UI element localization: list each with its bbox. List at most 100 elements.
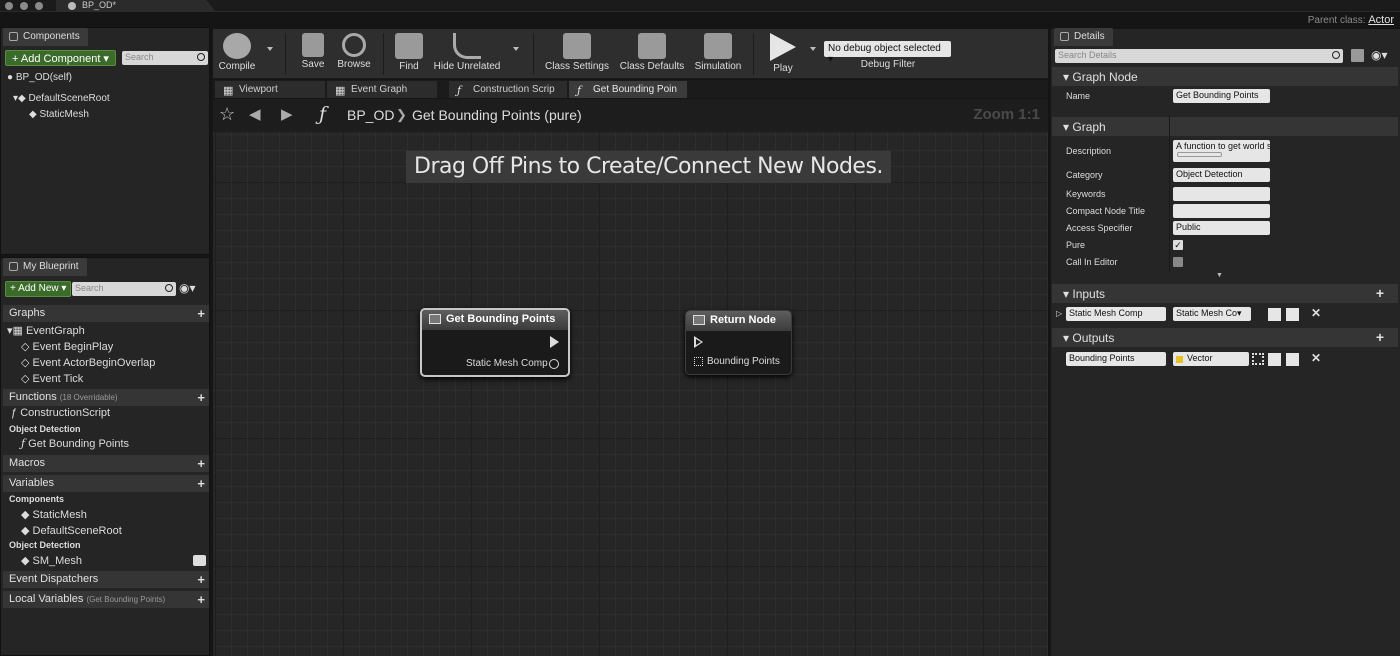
- input-name-field[interactable]: Static Mesh Comp: [1066, 307, 1166, 321]
- output-name-field[interactable]: Bounding Points: [1066, 352, 1166, 366]
- category-combo[interactable]: Object Detection: [1173, 168, 1270, 182]
- access-specifier-select[interactable]: Public: [1173, 221, 1270, 235]
- forward-arrow-icon[interactable]: ▶: [281, 105, 293, 123]
- debug-object-select[interactable]: No debug object selected ▾: [824, 41, 951, 65]
- play-button[interactable]: Play: [763, 29, 803, 74]
- event-dispatchers-category[interactable]: Event Dispatchers +: [3, 571, 209, 588]
- call-in-editor-checkbox[interactable]: [1173, 257, 1183, 267]
- move-down-icon[interactable]: [1286, 308, 1299, 321]
- input-type-select[interactable]: Static Mesh Co▾: [1173, 307, 1251, 321]
- my-blueprint-tab[interactable]: My Blueprint: [3, 258, 87, 276]
- tab-event-graph[interactable]: ▦ Event Graph: [327, 81, 437, 98]
- variables-category[interactable]: Variables +: [3, 475, 209, 492]
- play-options-chevron-icon[interactable]: [810, 47, 816, 51]
- eye-icon[interactable]: ◉▾: [179, 281, 196, 295]
- expand-param-icon[interactable]: ▷: [1056, 309, 1062, 318]
- class-defaults-button[interactable]: Class Defaults: [617, 29, 687, 72]
- property-matrix-icon[interactable]: [1351, 49, 1364, 62]
- graphs-category[interactable]: Graphs +: [3, 305, 209, 322]
- remove-input-icon[interactable]: ✕: [1311, 306, 1321, 320]
- macros-category[interactable]: Macros +: [3, 455, 209, 472]
- event-beginplay-item[interactable]: ◇ Event BeginPlay: [21, 340, 113, 353]
- description-field[interactable]: A function to get world sp: [1173, 140, 1270, 162]
- components-search-input[interactable]: Search: [122, 51, 208, 65]
- move-down-icon[interactable]: [1286, 353, 1299, 366]
- component-staticmesh[interactable]: ◆ StaticMesh: [29, 109, 89, 120]
- description-scrollbar[interactable]: [1177, 152, 1222, 157]
- move-up-icon[interactable]: [1268, 353, 1281, 366]
- event-graph-item[interactable]: ▾▦ EventGraph: [7, 324, 85, 337]
- compile-options-chevron-icon[interactable]: [267, 47, 273, 51]
- event-actorbeginoverlap-item[interactable]: ◇ Event ActorBeginOverlap: [21, 356, 155, 369]
- pure-checkbox[interactable]: ✓: [1173, 240, 1183, 250]
- component-self[interactable]: ● BP_OD(self): [7, 72, 72, 83]
- minimize-window-icon[interactable]: [20, 2, 28, 10]
- function-entry-node[interactable]: Get Bounding Points Static Mesh Comp: [420, 308, 570, 377]
- graph-section-header[interactable]: ▾ Graph: [1052, 117, 1398, 136]
- details-search-input[interactable]: Search Details: [1055, 49, 1343, 63]
- exec-input-pin-icon[interactable]: [694, 336, 703, 348]
- exec-output-pin-icon[interactable]: [550, 336, 559, 348]
- event-graph-label: EventGraph: [25, 325, 85, 337]
- add-local-variable-icon[interactable]: +: [197, 592, 205, 607]
- keywords-field[interactable]: [1173, 187, 1270, 201]
- hide-unrelated-button[interactable]: Hide Unrelated: [433, 29, 501, 72]
- advanced-expand-icon[interactable]: ▼: [1216, 272, 1223, 279]
- functions-category[interactable]: Functions (18 Overridable) +: [3, 389, 209, 406]
- add-function-icon[interactable]: +: [197, 390, 205, 405]
- outputs-section-header[interactable]: ▾ Outputs +: [1052, 328, 1398, 347]
- local-variables-category[interactable]: Local Variables (Get Bounding Points) +: [3, 591, 209, 608]
- add-variable-icon[interactable]: +: [197, 476, 205, 491]
- hide-unrelated-chevron-icon[interactable]: [513, 47, 519, 51]
- class-settings-button[interactable]: Class Settings: [543, 29, 611, 72]
- output-type-select[interactable]: Vector: [1173, 352, 1249, 366]
- back-arrow-icon[interactable]: ◀: [249, 105, 261, 123]
- compact-title-field[interactable]: [1173, 204, 1270, 218]
- var-sm-mesh-item[interactable]: ◆ SM_Mesh: [21, 554, 82, 567]
- save-button[interactable]: Save: [297, 29, 329, 70]
- simulation-button[interactable]: Simulation: [693, 29, 743, 72]
- call-in-editor-label: Call In Editor: [1066, 257, 1118, 267]
- close-window-icon[interactable]: [5, 2, 13, 10]
- compile-button[interactable]: Compile: [217, 29, 257, 72]
- component-defaultsceneroot[interactable]: ▾◆ DefaultSceneRoot: [13, 93, 110, 104]
- construction-script-item[interactable]: ƒ ConstructionScript: [11, 407, 110, 419]
- details-eye-icon[interactable]: ◉▾: [1371, 48, 1388, 62]
- tab-viewport[interactable]: ▦ Viewport: [215, 81, 325, 98]
- name-label: Name: [1066, 91, 1091, 101]
- add-dispatcher-icon[interactable]: +: [197, 572, 205, 587]
- add-new-button[interactable]: + Add New ▾: [5, 281, 72, 297]
- remove-output-icon[interactable]: ✕: [1311, 351, 1321, 365]
- add-component-button[interactable]: + Add Component ▾: [5, 50, 116, 66]
- object-output-pin-icon[interactable]: [549, 359, 559, 369]
- tab-construction-script[interactable]: ƒ Construction Scrip: [449, 81, 567, 98]
- get-bounding-points-item[interactable]: ƒ Get Bounding Points: [21, 437, 129, 450]
- visibility-eye-icon[interactable]: [193, 555, 206, 566]
- name-field[interactable]: Get Bounding Points: [1173, 89, 1270, 103]
- favorite-star-icon[interactable]: ☆: [219, 104, 235, 125]
- var-defaultsceneroot-item[interactable]: ◆ DefaultSceneRoot: [21, 524, 122, 537]
- my-blueprint-search-input[interactable]: Search: [72, 282, 176, 296]
- inputs-section-header[interactable]: ▾ Inputs +: [1052, 284, 1398, 303]
- return-node[interactable]: Return Node Bounding Points: [685, 310, 792, 375]
- parent-class-link[interactable]: Actor: [1368, 14, 1394, 26]
- array-input-pin-icon[interactable]: [694, 357, 703, 366]
- event-tick-item[interactable]: ◇ Event Tick: [21, 372, 83, 385]
- var-staticmesh-item[interactable]: ◆ StaticMesh: [21, 508, 87, 521]
- breadcrumb-root[interactable]: BP_OD: [347, 107, 394, 123]
- add-macro-icon[interactable]: +: [197, 456, 205, 471]
- browse-button[interactable]: Browse: [335, 29, 373, 70]
- tab-get-bounding-points[interactable]: ƒ Get Bounding Poin: [569, 81, 687, 98]
- find-button[interactable]: Find: [393, 29, 425, 72]
- add-graph-icon[interactable]: +: [197, 306, 205, 321]
- document-tab[interactable]: BP_OD*: [56, 0, 216, 12]
- add-input-icon[interactable]: +: [1376, 285, 1384, 301]
- array-container-icon[interactable]: [1252, 353, 1264, 365]
- move-up-icon[interactable]: [1268, 308, 1281, 321]
- maximize-window-icon[interactable]: [35, 2, 43, 10]
- graph-canvas[interactable]: ☆ ◀ ▶ ƒ BP_OD ❯ Get Bounding Points (pur…: [213, 99, 1048, 656]
- add-output-icon[interactable]: +: [1376, 329, 1384, 345]
- details-tab[interactable]: Details: [1054, 28, 1113, 46]
- graph-node-section-header[interactable]: ▾ Graph Node: [1052, 67, 1398, 86]
- components-tab[interactable]: Components: [3, 28, 88, 46]
